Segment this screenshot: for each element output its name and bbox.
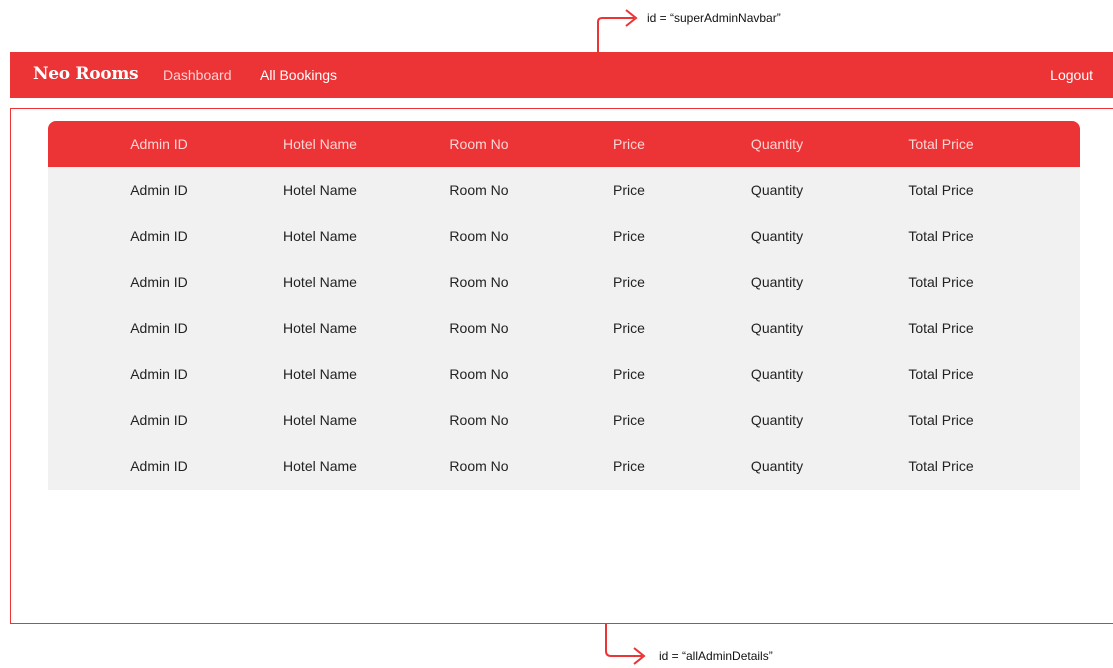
cell-room-no: Room No: [449, 182, 509, 198]
brand-logo[interactable]: Neo Rooms: [33, 64, 139, 84]
cell-hotel-name: Hotel Name: [283, 182, 357, 198]
cell-price: Price: [613, 274, 645, 290]
cell-admin-id: Admin ID: [130, 228, 188, 244]
cell-room-no: Room No: [449, 320, 509, 336]
cell-hotel-name: Hotel Name: [283, 274, 357, 290]
cell-price: Price: [613, 412, 645, 428]
cell-total-price: Total Price: [908, 366, 974, 382]
cell-admin-id: Admin ID: [130, 182, 188, 198]
cell-room-no: Room No: [449, 228, 509, 244]
cell-total-price: Total Price: [908, 320, 974, 336]
cell-room-no: Room No: [449, 412, 509, 428]
navbar-annotation: id = “superAdminNavbar”: [0, 0, 1113, 52]
header-price: Price: [613, 136, 645, 152]
cell-total-price: Total Price: [908, 412, 974, 428]
admin-details-table: Admin ID Hotel Name Room No Price Quanti…: [48, 121, 1080, 490]
cell-hotel-name: Hotel Name: [283, 366, 357, 382]
cell-quantity: Quantity: [750, 366, 804, 382]
annotation-arrow-icon: [605, 624, 646, 665]
cell-quantity: Quantity: [750, 274, 804, 290]
cell-room-no: Room No: [449, 274, 509, 290]
annotation-arrow-icon: [597, 9, 638, 52]
super-admin-navbar: Neo Rooms Dashboard All Bookings Logout: [10, 52, 1113, 98]
table-row: Admin ID Hotel Name Room No Price Quanti…: [48, 167, 1080, 213]
cell-price: Price: [613, 320, 645, 336]
cell-quantity: Quantity: [750, 228, 804, 244]
logout-link[interactable]: Logout: [1050, 67, 1093, 83]
cell-room-no: Room No: [449, 458, 509, 474]
header-admin-id: Admin ID: [130, 136, 188, 152]
cell-hotel-name: Hotel Name: [283, 412, 357, 428]
table-row: Admin ID Hotel Name Room No Price Quanti…: [48, 213, 1080, 259]
cell-quantity: Quantity: [750, 182, 804, 198]
cell-hotel-name: Hotel Name: [283, 458, 357, 474]
wireframe-canvas: id = “superAdminNavbar” Neo Rooms Dashbo…: [0, 0, 1113, 668]
cell-hotel-name: Hotel Name: [283, 320, 357, 336]
header-room-no: Room No: [449, 136, 509, 152]
cell-admin-id: Admin ID: [130, 366, 188, 382]
header-quantity: Quantity: [750, 136, 804, 152]
cell-price: Price: [613, 182, 645, 198]
table-row: Admin ID Hotel Name Room No Price Quanti…: [48, 397, 1080, 443]
cell-price: Price: [613, 228, 645, 244]
nav-link-all-bookings[interactable]: All Bookings: [260, 67, 337, 83]
cell-price: Price: [613, 366, 645, 382]
table-row: Admin ID Hotel Name Room No Price Quanti…: [48, 259, 1080, 305]
cell-admin-id: Admin ID: [130, 412, 188, 428]
table-row: Admin ID Hotel Name Room No Price Quanti…: [48, 443, 1080, 489]
cell-admin-id: Admin ID: [130, 274, 188, 290]
cell-total-price: Total Price: [908, 458, 974, 474]
cell-quantity: Quantity: [750, 458, 804, 474]
nav-link-dashboard[interactable]: Dashboard: [163, 67, 232, 83]
cell-hotel-name: Hotel Name: [283, 228, 357, 244]
cell-total-price: Total Price: [908, 228, 974, 244]
container-id-label: id = “allAdminDetails”: [659, 649, 773, 663]
header-total-price: Total Price: [908, 136, 974, 152]
cell-admin-id: Admin ID: [130, 458, 188, 474]
table-header-row: Admin ID Hotel Name Room No Price Quanti…: [48, 121, 1080, 167]
header-hotel-name: Hotel Name: [283, 136, 357, 152]
cell-admin-id: Admin ID: [130, 320, 188, 336]
table-row: Admin ID Hotel Name Room No Price Quanti…: [48, 351, 1080, 397]
cell-room-no: Room No: [449, 366, 509, 382]
navbar-id-label: id = “superAdminNavbar”: [647, 11, 781, 25]
cell-total-price: Total Price: [908, 274, 974, 290]
all-admin-details-container: Admin ID Hotel Name Room No Price Quanti…: [10, 108, 1113, 624]
container-annotation: id = “allAdminDetails”: [0, 624, 1113, 668]
cell-quantity: Quantity: [750, 320, 804, 336]
table-row: Admin ID Hotel Name Room No Price Quanti…: [48, 305, 1080, 351]
cell-price: Price: [613, 458, 645, 474]
cell-total-price: Total Price: [908, 182, 974, 198]
cell-quantity: Quantity: [750, 412, 804, 428]
